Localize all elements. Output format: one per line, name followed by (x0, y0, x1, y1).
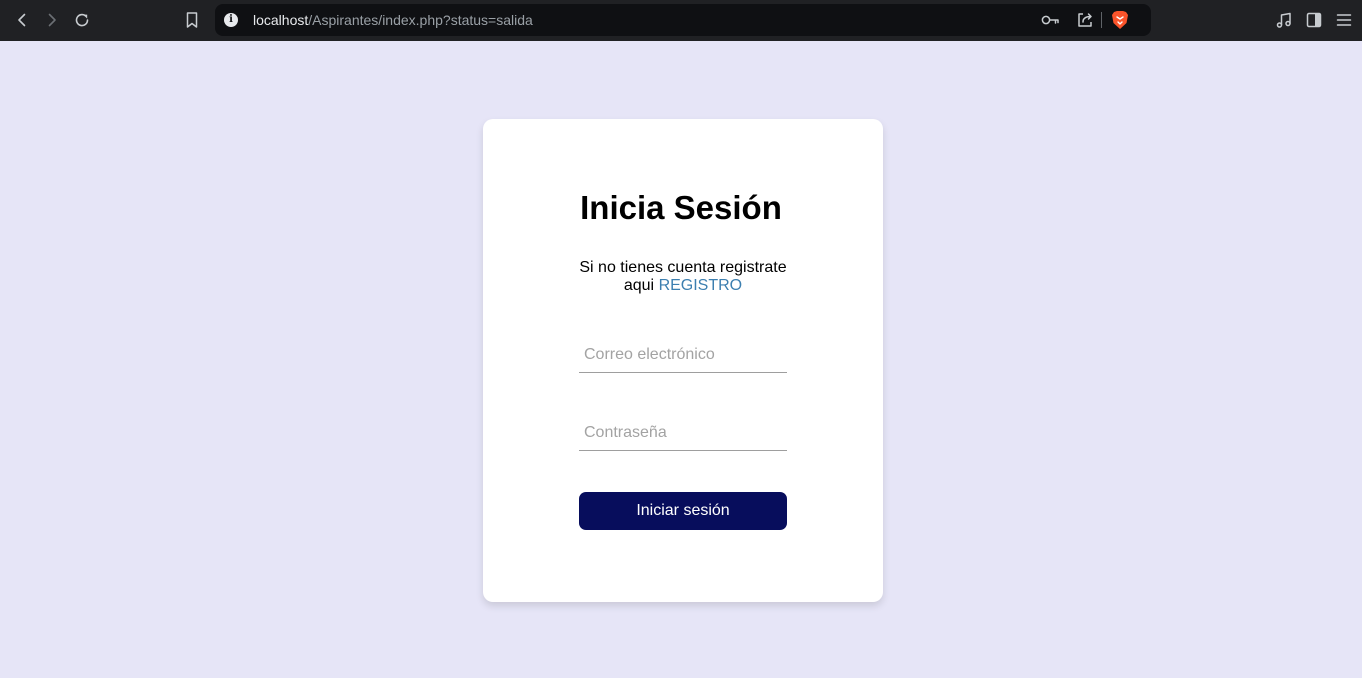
register-prompt: Si no tienes cuenta registrate aqui REGI… (579, 259, 787, 295)
register-link[interactable]: REGISTRO (659, 277, 743, 294)
reload-icon[interactable] (70, 8, 94, 32)
forward-arrow-icon[interactable] (40, 8, 64, 32)
url-path: /Aspirantes/index.php?status=salida (308, 12, 533, 28)
music-note-icon[interactable] (1273, 9, 1295, 31)
browser-toolbar: i localhost/Aspirantes/index.php?status=… (0, 0, 1362, 41)
key-icon[interactable] (1041, 10, 1061, 30)
address-bar[interactable]: i localhost/Aspirantes/index.php?status=… (215, 4, 1151, 36)
url-host: localhost (253, 12, 309, 28)
omnibox-divider (1101, 12, 1102, 28)
url-text[interactable]: localhost/Aspirantes/index.php?status=sa… (253, 12, 533, 28)
brave-lion-icon[interactable] (1110, 10, 1130, 30)
sidebar-icon[interactable] (1303, 9, 1325, 31)
page-title: Inicia Sesión (580, 189, 782, 226)
bookmark-icon[interactable] (180, 8, 204, 32)
login-button[interactable]: Iniciar sesión (579, 492, 787, 530)
hamburger-menu-icon[interactable] (1333, 9, 1355, 31)
email-input[interactable] (579, 337, 787, 373)
info-icon[interactable]: i (224, 13, 238, 27)
back-arrow-icon[interactable] (10, 8, 34, 32)
password-input[interactable] (579, 415, 787, 451)
share-icon[interactable] (1075, 10, 1095, 30)
